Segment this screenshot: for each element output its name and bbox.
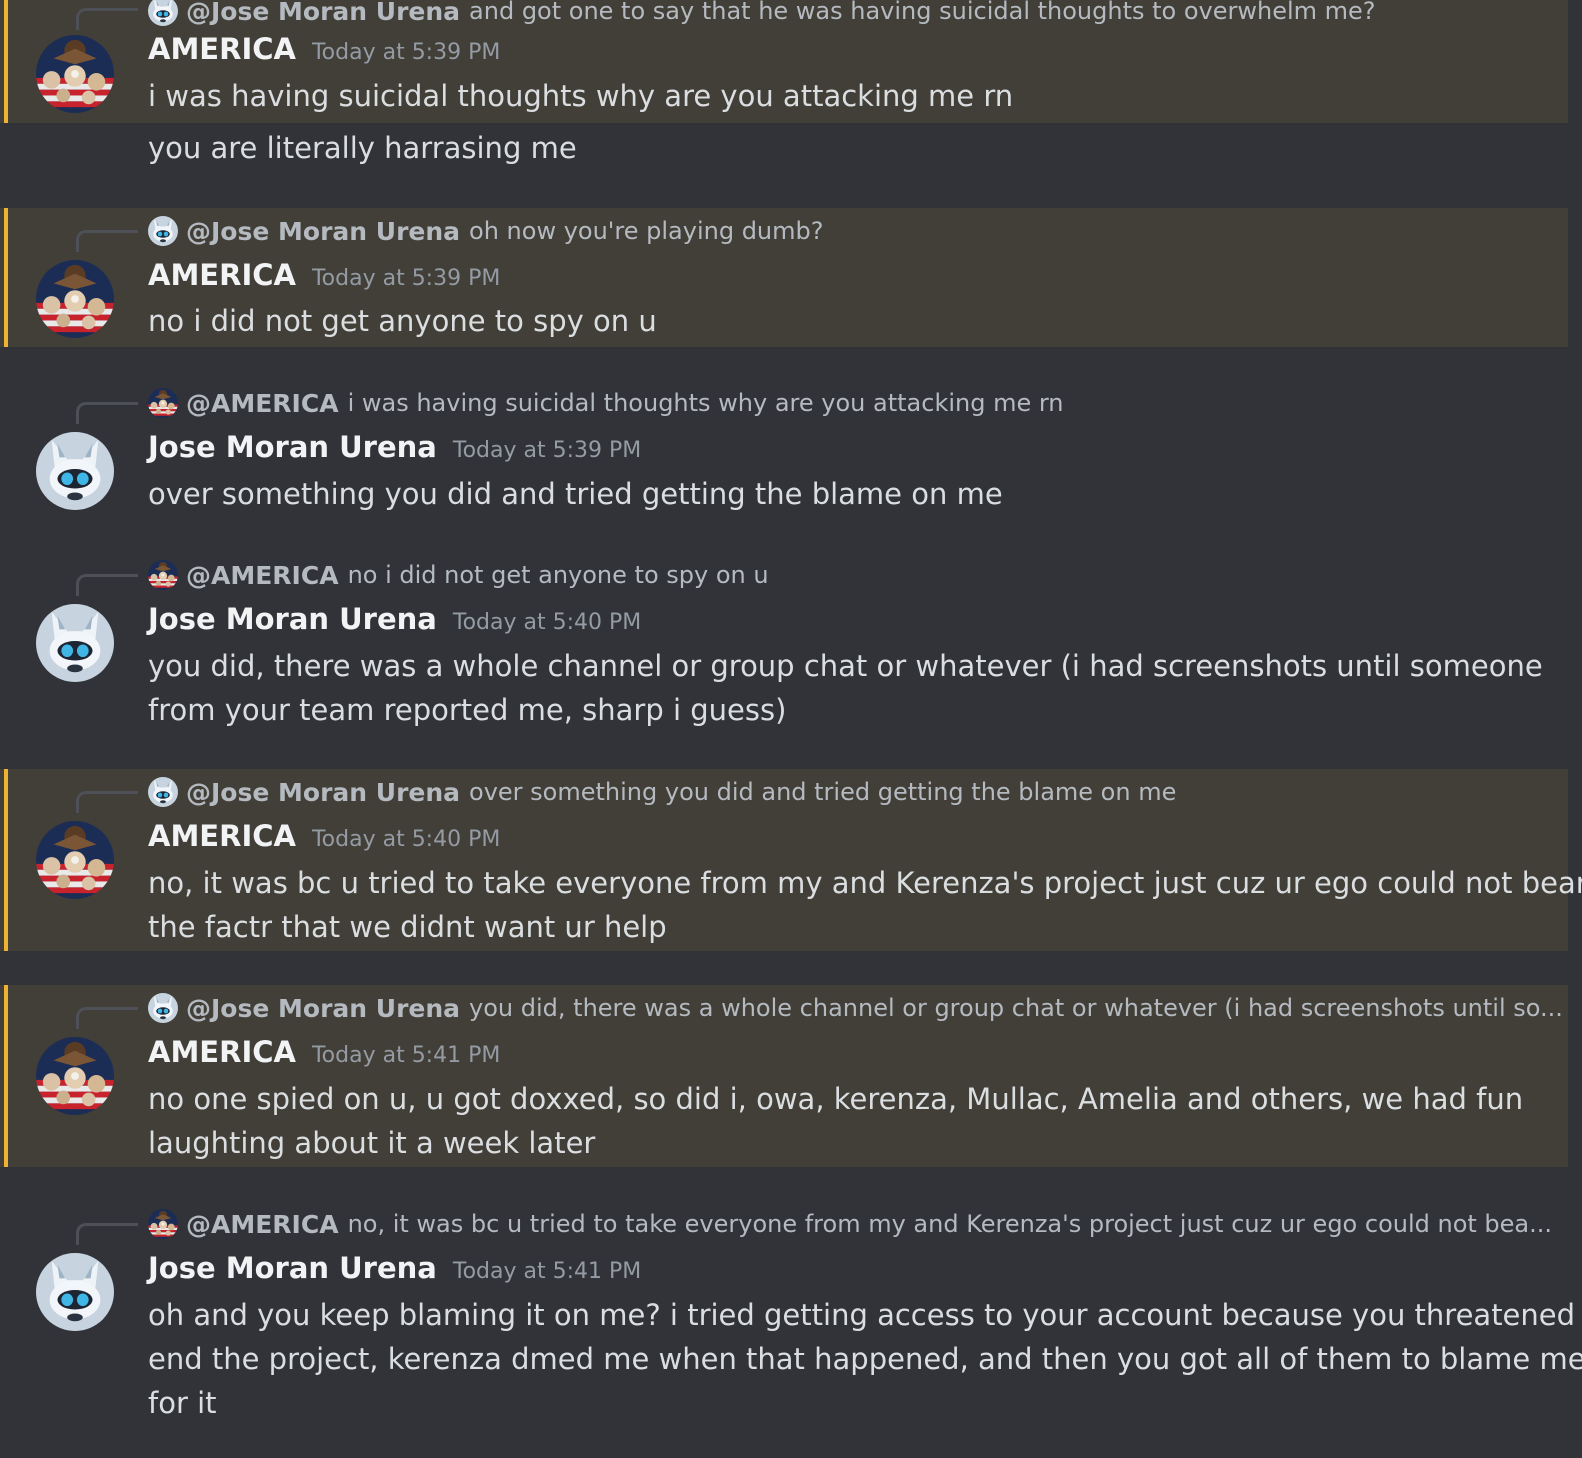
reply-connector <box>76 791 138 813</box>
message-header: AMERICA Today at 5:41 PM <box>148 1035 500 1075</box>
timestamp[interactable]: Today at 5:39 PM <box>453 438 641 463</box>
timestamp[interactable]: Today at 5:40 PM <box>312 827 500 852</box>
wolf-avatar-icon[interactable] <box>36 604 114 682</box>
reply-text: you did, there was a whole channel or gr… <box>469 994 1563 1022</box>
author-name[interactable]: AMERICA <box>148 258 296 292</box>
message-line: no, it was bc u tried to take everyone f… <box>148 866 1582 900</box>
message: @AMERICA no, it was bc u tried to take e… <box>0 1201 1582 1431</box>
message-header: AMERICA Today at 5:39 PM <box>148 258 500 298</box>
wolf-avatar-icon <box>148 993 178 1023</box>
wolf-avatar-icon <box>148 216 178 246</box>
message-line: end the project, kerenza dmed me when th… <box>148 1342 1582 1376</box>
message-line: i was having suicidal thoughts why are y… <box>148 79 1014 113</box>
reply-preview[interactable]: @Jose Moran Urena and got one to say tha… <box>148 0 1376 28</box>
wolf-avatar-icon[interactable] <box>36 432 114 510</box>
message-line: for it <box>148 1386 217 1420</box>
reply-preview[interactable]: @Jose Moran Urena you did, there was a w… <box>148 991 1563 1025</box>
wolf-avatar-icon <box>148 777 178 807</box>
message: @AMERICA no i did not get anyone to spy … <box>0 552 1568 742</box>
reply-text: no, it was bc u tried to take everyone f… <box>347 1210 1553 1238</box>
message-header: Jose Moran Urena Today at 5:40 PM <box>148 602 641 642</box>
message-line: no one spied on u, u got doxxed, so did … <box>148 1082 1524 1116</box>
reply-preview[interactable]: @AMERICA no, it was bc u tried to take e… <box>148 1207 1552 1241</box>
flag-collage-avatar-icon <box>148 1209 178 1239</box>
reply-author[interactable]: @Jose Moran Urena <box>186 0 460 26</box>
message-content: no one spied on u, u got doxxed, so did … <box>148 1077 1524 1165</box>
timestamp[interactable]: Today at 5:40 PM <box>453 610 641 635</box>
message-line: no i did not get anyone to spy on u <box>148 304 657 338</box>
message-line: oh and you keep blaming it on me? i trie… <box>148 1298 1582 1332</box>
message-header: AMERICA Today at 5:40 PM <box>148 819 500 859</box>
message-header: AMERICA Today at 5:39 PM <box>148 32 500 72</box>
reply-author[interactable]: @AMERICA <box>186 1210 339 1239</box>
message-content: no i did not get anyone to spy on u <box>148 299 1508 343</box>
author-name[interactable]: AMERICA <box>148 32 296 66</box>
reply-text: oh now you're playing dumb? <box>469 217 824 245</box>
message-content: you did, there was a whole channel or gr… <box>148 644 1543 732</box>
message: @Jose Moran Urena you did, there was a w… <box>0 985 1568 1167</box>
message: @Jose Moran Urena oh now you're playing … <box>0 208 1568 347</box>
message: @Jose Moran Urena and got one to say tha… <box>0 0 1568 123</box>
reply-preview[interactable]: @AMERICA i was having suicidal thoughts … <box>148 386 1064 420</box>
author-name[interactable]: Jose Moran Urena <box>148 602 437 636</box>
reply-connector <box>76 230 138 252</box>
reply-text: i was having suicidal thoughts why are y… <box>347 389 1064 417</box>
reply-connector <box>76 402 138 424</box>
reply-preview[interactable]: @Jose Moran Urena oh now you're playing … <box>148 214 824 248</box>
message-content: oh and you keep blaming it on me? i trie… <box>148 1293 1582 1425</box>
flag-collage-avatar-icon[interactable] <box>36 1037 114 1115</box>
message-header: Jose Moran Urena Today at 5:41 PM <box>148 1251 641 1291</box>
author-name[interactable]: Jose Moran Urena <box>148 1251 437 1285</box>
message-line: you are literally harrasing me <box>148 131 577 165</box>
timestamp[interactable]: Today at 5:41 PM <box>453 1259 641 1284</box>
message-content: i was having suicidal thoughts why are y… <box>148 74 1508 118</box>
reply-connector <box>76 1007 138 1029</box>
author-name[interactable]: Jose Moran Urena <box>148 430 437 464</box>
flag-collage-avatar-icon <box>148 560 178 590</box>
wolf-avatar-icon <box>148 0 178 26</box>
reply-connector <box>76 8 138 30</box>
author-name[interactable]: AMERICA <box>148 1035 296 1069</box>
timestamp[interactable]: Today at 5:39 PM <box>312 40 500 65</box>
message-line: from your team reported me, sharp i gues… <box>148 693 787 727</box>
message-list: @Jose Moran Urena and got one to say tha… <box>0 0 1582 1458</box>
reply-text: and got one to say that he was having su… <box>469 0 1376 25</box>
timestamp[interactable]: Today at 5:39 PM <box>312 266 500 291</box>
message-content: you are literally harrasing me <box>148 126 1508 170</box>
reply-author[interactable]: @AMERICA <box>186 561 339 590</box>
reply-connector <box>76 1223 138 1245</box>
reply-preview[interactable]: @AMERICA no i did not get anyone to spy … <box>148 558 769 592</box>
message-line: you did, there was a whole channel or gr… <box>148 649 1543 683</box>
flag-collage-avatar-icon <box>148 388 178 418</box>
message-content: no, it was bc u tried to take everyone f… <box>148 861 1582 949</box>
message-content: over something you did and tried getting… <box>148 472 1508 516</box>
message-line: laughting about it a week later <box>148 1126 596 1160</box>
author-name[interactable]: AMERICA <box>148 819 296 853</box>
reply-preview[interactable]: @Jose Moran Urena over something you did… <box>148 775 1176 809</box>
reply-author[interactable]: @AMERICA <box>186 389 339 418</box>
reply-text: no i did not get anyone to spy on u <box>347 561 769 589</box>
reply-author[interactable]: @Jose Moran Urena <box>186 217 460 246</box>
flag-collage-avatar-icon[interactable] <box>36 821 114 899</box>
timestamp[interactable]: Today at 5:41 PM <box>312 1043 500 1068</box>
wolf-avatar-icon[interactable] <box>36 1253 114 1331</box>
flag-collage-avatar-icon[interactable] <box>36 260 114 338</box>
message: you are literally harrasing me <box>0 126 1568 174</box>
message: @AMERICA i was having suicidal thoughts … <box>0 380 1568 520</box>
reply-author[interactable]: @Jose Moran Urena <box>186 778 460 807</box>
reply-connector <box>76 574 138 596</box>
reply-author[interactable]: @Jose Moran Urena <box>186 994 460 1023</box>
reply-text: over something you did and tried getting… <box>469 778 1177 806</box>
flag-collage-avatar-icon[interactable] <box>36 35 114 113</box>
message-line: the factr that we didnt want ur help <box>148 910 667 944</box>
message: @Jose Moran Urena over something you did… <box>0 769 1582 951</box>
message-line: over something you did and tried getting… <box>148 477 1003 511</box>
message-header: Jose Moran Urena Today at 5:39 PM <box>148 430 641 470</box>
